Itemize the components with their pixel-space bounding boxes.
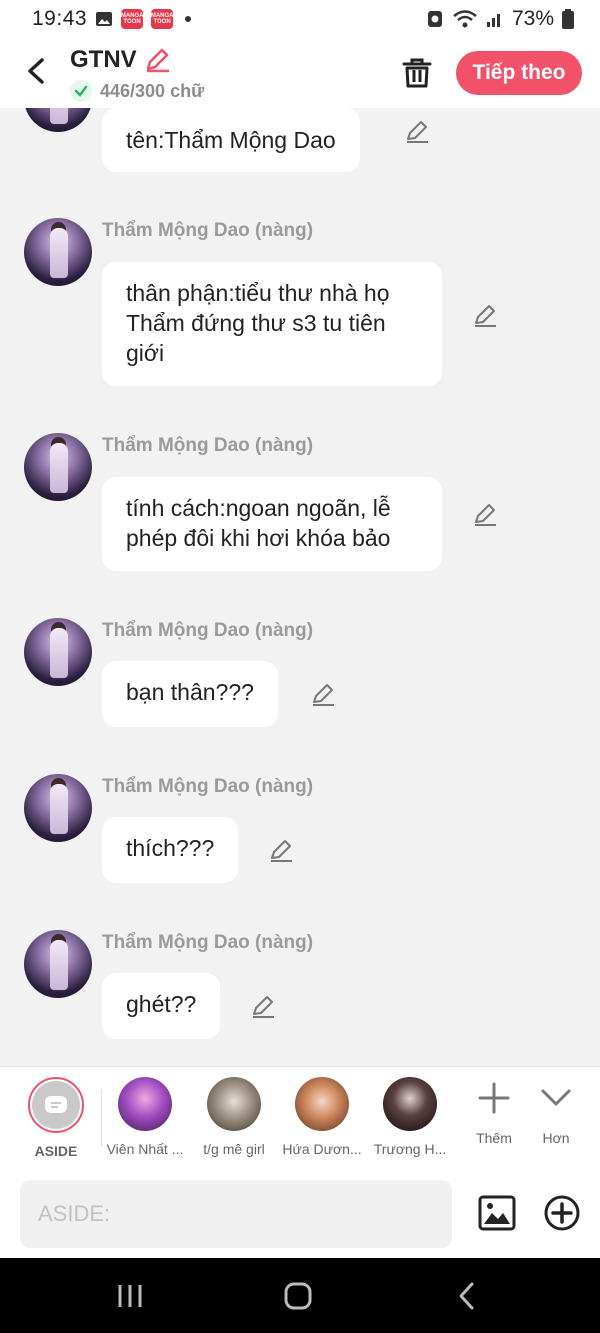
- gallery-icon: [96, 12, 113, 26]
- avatar[interactable]: [24, 618, 92, 686]
- message-bubble[interactable]: ghét??: [102, 973, 221, 1039]
- avatar[interactable]: [24, 433, 92, 501]
- pencil-icon[interactable]: [143, 46, 171, 74]
- avatar[interactable]: [24, 774, 92, 842]
- page-title: GTNV: [70, 46, 137, 73]
- sender-name: Thẩm Mộng Dao (nàng): [102, 220, 314, 241]
- edit-pencil-icon[interactable]: [268, 837, 294, 863]
- battery-percent: 73%: [511, 7, 554, 30]
- input-bar: [0, 1170, 600, 1258]
- message-bubble[interactable]: tính cách:ngoan ngoãn, lễ phép đôi khi h…: [102, 477, 442, 571]
- character-item[interactable]: t/g mê girl: [188, 1077, 280, 1157]
- character-name: Trương H...: [373, 1141, 447, 1157]
- edit-pencil-icon[interactable]: [404, 118, 430, 144]
- aside-avatar: [28, 1077, 84, 1133]
- chat-area[interactable]: tên:Thẩm Mộng Dao Thẩm Mộng Dao (nàng) t…: [0, 108, 600, 1066]
- edit-pencil-icon[interactable]: [250, 993, 276, 1019]
- character-item[interactable]: Trương H...: [364, 1077, 456, 1157]
- chat-bubble-icon: [45, 1096, 67, 1113]
- plus-icon: [478, 1082, 510, 1114]
- title-block: GTNV 446/300 chữ: [70, 46, 204, 102]
- wifi-icon: [453, 10, 477, 28]
- notification-dot-icon: [185, 16, 192, 22]
- back-nav-icon[interactable]: [452, 1280, 484, 1312]
- chevron-down-icon: [541, 1089, 571, 1106]
- character-item[interactable]: Viên Nhất ...: [99, 1077, 191, 1157]
- message-bubble[interactable]: tên:Thẩm Mộng Dao: [102, 108, 360, 172]
- sender-name: Thẩm Mộng Dao (nàng): [102, 435, 314, 456]
- avatar: [118, 1077, 172, 1131]
- sender-name: Thẩm Mộng Dao (nàng): [102, 776, 314, 797]
- avatar: [207, 1077, 261, 1131]
- page-title-row[interactable]: GTNV: [70, 46, 204, 74]
- signal-icon: [486, 14, 500, 27]
- home-icon[interactable]: [282, 1280, 314, 1312]
- avatar: [383, 1077, 437, 1131]
- character-name: Hứa Dươn...: [282, 1141, 362, 1157]
- manga-toon-app-icon-2: MANGA TOON: [151, 9, 174, 29]
- next-button[interactable]: Tiếp theo: [456, 51, 582, 95]
- system-nav-bar: [0, 1258, 600, 1333]
- back-arrow-icon[interactable]: [22, 54, 50, 88]
- avatar[interactable]: [24, 108, 92, 132]
- top-header: GTNV 446/300 chữ Tiếp theo: [0, 38, 600, 108]
- status-time: 19:43: [32, 7, 88, 30]
- character-name: Viên Nhất ...: [106, 1141, 184, 1157]
- edit-pencil-icon[interactable]: [472, 501, 498, 527]
- message-bubble[interactable]: thích???: [102, 817, 239, 883]
- avatar: [295, 1077, 349, 1131]
- avatar[interactable]: [24, 218, 92, 286]
- add-character-button[interactable]: Thêm: [464, 1081, 524, 1146]
- character-name: ASIDE: [34, 1143, 78, 1159]
- character-name: t/g mê girl: [203, 1141, 265, 1157]
- recycle-lock-icon: [427, 11, 442, 27]
- manga-toon-app-icon: MANGA TOON: [121, 9, 144, 29]
- edit-pencil-icon[interactable]: [310, 681, 336, 707]
- sender-name: Thẩm Mộng Dao (nàng): [102, 620, 314, 641]
- check-icon: [70, 80, 92, 102]
- avatar[interactable]: [24, 930, 92, 998]
- message-input[interactable]: [20, 1180, 452, 1248]
- image-icon[interactable]: [478, 1194, 516, 1232]
- character-item[interactable]: Hứa Dươn...: [276, 1077, 368, 1157]
- character-aside[interactable]: ASIDE: [10, 1077, 102, 1159]
- battery-icon: [562, 9, 574, 29]
- sender-name: Thẩm Mộng Dao (nàng): [102, 932, 314, 953]
- status-bar: 19:43 MANGA TOON MANGA TOON 73%: [0, 0, 600, 38]
- message-bubble[interactable]: bạn thân???: [102, 661, 278, 727]
- more-characters-button[interactable]: Hơn: [526, 1081, 586, 1146]
- recent-apps-icon[interactable]: [114, 1280, 146, 1312]
- word-count-row: 446/300 chữ: [70, 80, 204, 102]
- edit-pencil-icon[interactable]: [472, 302, 498, 328]
- trash-icon[interactable]: [400, 56, 434, 90]
- message-bubble[interactable]: thân phận:tiểu thư nhà họ Thẩm đứng thư …: [102, 262, 442, 386]
- add-circle-icon[interactable]: [543, 1194, 581, 1232]
- add-label: Thêm: [476, 1130, 512, 1146]
- more-label: Hơn: [542, 1130, 570, 1146]
- character-selector: ASIDE Viên Nhất ... t/g mê girl Hứa Dươn…: [0, 1066, 600, 1170]
- word-count: 446/300 chữ: [100, 80, 205, 101]
